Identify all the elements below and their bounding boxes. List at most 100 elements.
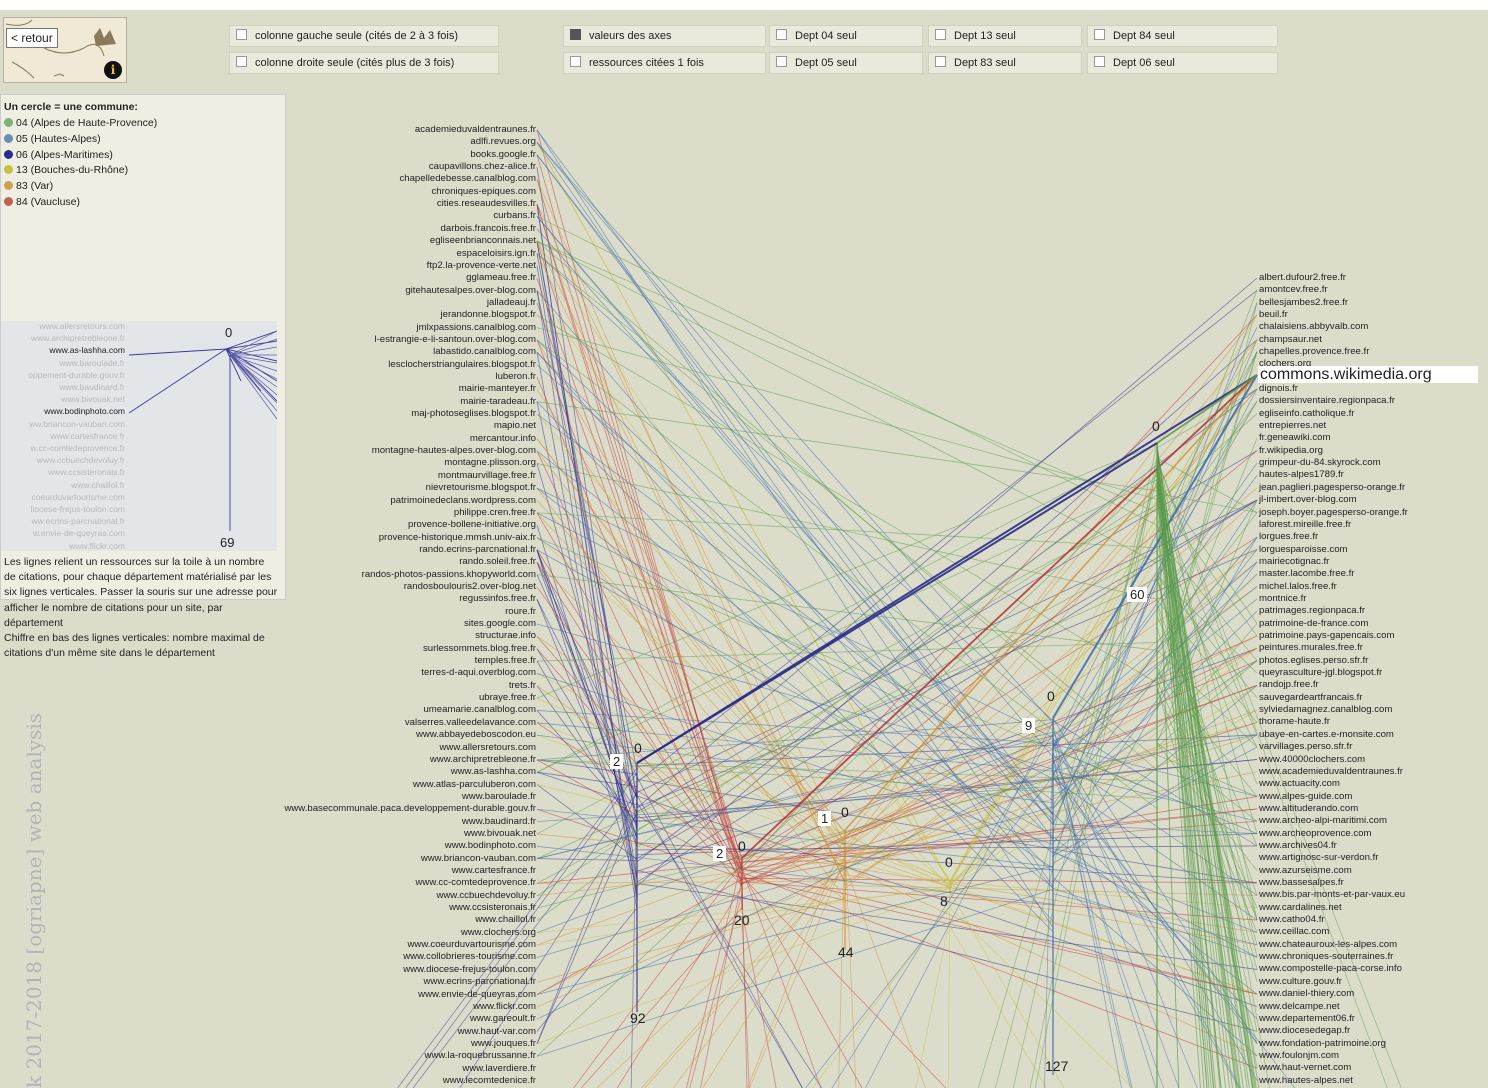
left-site-label[interactable]: jmlxpassions.canalblog.com bbox=[417, 322, 536, 333]
left-site-label[interactable]: roure.fr bbox=[505, 606, 536, 617]
left-site-label[interactable]: ubraye.free.fr bbox=[479, 692, 536, 703]
right-site-label[interactable]: www.altituderando.com bbox=[1259, 803, 1358, 814]
left-site-label[interactable]: www.ecrins-parcnational.fr bbox=[423, 976, 536, 987]
left-site-label[interactable]: www.lecomtedenice.fr bbox=[443, 1075, 536, 1086]
right-site-label[interactable]: jl-imbert.over-blog.com bbox=[1259, 494, 1357, 505]
right-site-label[interactable]: www.daniel-thiery.com bbox=[1259, 988, 1354, 999]
left-site-label[interactable]: umeamarie.canalblog.com bbox=[423, 704, 536, 715]
left-site-label[interactable]: mairie-taradeau.fr bbox=[460, 396, 536, 407]
right-site-label[interactable]: lorguesparoisse.com bbox=[1259, 544, 1348, 555]
left-site-label[interactable]: l-estrangie-e-li-santoun.over-blog.com bbox=[374, 334, 536, 345]
right-site-label[interactable]: queyrasculture-jgl.blogspot.fr bbox=[1259, 667, 1382, 678]
right-site-label[interactable]: www.archeo-alpi-maritimi.com bbox=[1259, 815, 1387, 826]
left-site-label[interactable]: montagne.plisson.org bbox=[444, 457, 536, 468]
left-site-label[interactable]: structurae.info bbox=[475, 630, 536, 641]
right-site-label[interactable]: www.departement06.fr bbox=[1259, 1013, 1355, 1024]
right-site-label[interactable]: www.haut-vernet.com bbox=[1259, 1062, 1351, 1073]
left-site-label[interactable]: mapio.net bbox=[494, 420, 536, 431]
left-site-label[interactable]: labastido.canalblog.com bbox=[433, 346, 536, 357]
left-site-label[interactable]: www.as-lashha.com bbox=[451, 766, 536, 777]
right-site-label[interactable]: lorgues.free.fr bbox=[1259, 531, 1318, 542]
left-site-label[interactable]: www.flickr.com bbox=[473, 1001, 536, 1012]
left-site-label[interactable]: lesclocherstriangulaires.blogspot.fr bbox=[388, 359, 536, 370]
left-site-label[interactable]: randosboulouris2.over-blog.net bbox=[404, 581, 536, 592]
right-site-label[interactable]: patrimoine-de-france.com bbox=[1259, 618, 1368, 629]
left-site-label[interactable]: rando.ecrins-parcnational.fr bbox=[419, 544, 536, 555]
right-site-label[interactable]: beuil.fr bbox=[1259, 309, 1288, 320]
left-site-label[interactable]: www.coeurduvartourisme.com bbox=[408, 939, 537, 950]
left-site-label[interactable]: www.collobrieres-tourisme.com bbox=[403, 951, 536, 962]
left-site-label[interactable]: www.atlas-parculuberon.com bbox=[413, 779, 536, 790]
right-site-label[interactable]: photos.eglises.perso.sfr.fr bbox=[1259, 655, 1368, 666]
right-site-label[interactable]: www.fondation-patrimoine.org bbox=[1259, 1038, 1386, 1049]
left-site-label[interactable]: provence-historique.mmsh.univ-aix.fr bbox=[379, 532, 536, 543]
left-site-label[interactable]: rando.soleil.free.fr bbox=[459, 556, 536, 567]
right-site-label[interactable]: patrimoine.pays-gapencais.com bbox=[1259, 630, 1394, 641]
left-site-label[interactable]: www.bivouak.net bbox=[464, 828, 536, 839]
left-site-label[interactable]: nievretourisme.blogspot.fr bbox=[426, 482, 536, 493]
right-site-label[interactable]: entrepierres.net bbox=[1259, 420, 1326, 431]
right-site-label[interactable]: hautes-alpes1789.fr bbox=[1259, 469, 1344, 480]
left-site-label[interactable]: www.ccbuechdevoluy.fr bbox=[436, 890, 536, 901]
left-site-label[interactable]: books.google.fr bbox=[470, 149, 536, 160]
left-site-label[interactable]: www.envie-de-queyras.com bbox=[418, 989, 536, 1000]
right-site-label[interactable]: thorame-haute.fr bbox=[1259, 716, 1330, 727]
left-site-label[interactable]: darbois.francois.free.fr bbox=[441, 223, 536, 234]
left-site-label[interactable]: www.bodinphoto.com bbox=[445, 840, 536, 851]
left-site-label[interactable]: adlfi.revues.org bbox=[470, 136, 536, 147]
left-site-label[interactable]: espaceloisirs.ign.fr bbox=[457, 248, 536, 259]
left-site-label[interactable]: www.abbayedeboscodon.eu bbox=[416, 729, 536, 740]
left-site-label[interactable]: www.jouques.fr bbox=[471, 1038, 536, 1049]
left-site-label[interactable]: egliseenbrianconnais.net bbox=[430, 235, 536, 246]
left-site-label[interactable]: montmaurvillage.free.fr bbox=[438, 470, 536, 481]
right-site-label[interactable]: www.ceillac.com bbox=[1259, 926, 1329, 937]
right-site-label[interactable]: michel.lalos.free.fr bbox=[1259, 581, 1337, 592]
right-site-label[interactable]: www.compostelle-paca-corse.info bbox=[1259, 963, 1402, 974]
left-site-label[interactable]: cities.reseaudesvilles.fr bbox=[437, 198, 536, 209]
right-site-label[interactable]: www.delcampe.net bbox=[1259, 1001, 1340, 1012]
left-site-label[interactable]: gglameau.free.fr bbox=[466, 272, 536, 283]
right-site-label[interactable]: www.artignosc-sur-verdon.fr bbox=[1259, 852, 1378, 863]
left-site-label[interactable]: academieduvaldentraunes.fr bbox=[415, 124, 536, 135]
right-site-label[interactable]: varvillages.perso.sfr.fr bbox=[1259, 741, 1352, 752]
right-site-label[interactable]: www.diocesedegap.fr bbox=[1259, 1025, 1350, 1036]
left-site-label[interactable]: maj-photoseglises.blogspot.fr bbox=[411, 408, 536, 419]
right-site-label[interactable]: www.chateauroux-les-alpes.com bbox=[1259, 939, 1397, 950]
left-site-label[interactable]: www.archipretrebleone.fr bbox=[430, 754, 536, 765]
right-site-label[interactable]: grimpeur-du-84.skyrock.com bbox=[1259, 457, 1381, 468]
right-site-label[interactable]: amontcev.free.fr bbox=[1259, 284, 1328, 295]
right-site-label[interactable]: www.academieduvaldentraunes.fr bbox=[1259, 766, 1403, 777]
left-site-label[interactable]: www.cc-comtedeprovence.fr bbox=[416, 877, 537, 888]
right-site-label[interactable]: chalaisiens.abbyvalb.com bbox=[1259, 321, 1368, 332]
right-site-label[interactable]: montnice.fr bbox=[1259, 593, 1306, 604]
left-site-label[interactable]: www.gareoult.fr bbox=[470, 1013, 536, 1024]
right-site-label[interactable]: fr.wikipedia.org bbox=[1259, 445, 1323, 456]
left-site-label[interactable]: www.diocese-frejus-toulon.com bbox=[403, 964, 536, 975]
left-site-label[interactable]: chroniques-epiques.com bbox=[431, 186, 536, 197]
right-site-label[interactable]: champsaur.net bbox=[1259, 334, 1322, 345]
right-site-label[interactable]: dignois.fr bbox=[1259, 383, 1298, 394]
right-site-label[interactable]: ubaye-en-cartes.e-monsite.com bbox=[1259, 729, 1394, 740]
left-site-label[interactable]: www.baroulade.fr bbox=[462, 791, 536, 802]
right-site-label[interactable]: chapelles.provence.free.fr bbox=[1259, 346, 1369, 357]
left-site-label[interactable]: philippe.cren.free.fr bbox=[454, 507, 536, 518]
left-site-label[interactable]: ftp2.la-provence-verte.net bbox=[427, 260, 536, 271]
right-site-label[interactable]: www.bassesalpes.fr bbox=[1259, 877, 1344, 888]
left-site-label[interactable]: valserres.valleedelavance.com bbox=[405, 717, 536, 728]
left-site-label[interactable]: mercantour.info bbox=[470, 433, 536, 444]
right-site-label[interactable]: www.actuacity.com bbox=[1259, 778, 1340, 789]
right-site-label[interactable]: fr.geneawiki.com bbox=[1259, 432, 1330, 443]
left-site-label[interactable]: randos-photos-passions.khopyworld.com bbox=[362, 569, 536, 580]
left-site-label[interactable]: mairie-manteyer.fr bbox=[459, 383, 536, 394]
right-site-label[interactable]: www.catho04.fr bbox=[1259, 914, 1325, 925]
left-site-label[interactable]: gitehautesalpes.over-blog.com bbox=[405, 285, 536, 296]
right-site-label[interactable]: albert.dufour2.free.fr bbox=[1259, 272, 1346, 283]
right-site-label[interactable]: jean.paglieri.pagesperso-orange.fr bbox=[1259, 482, 1405, 493]
left-site-label[interactable]: www.haut-var.com bbox=[458, 1026, 536, 1037]
left-site-label[interactable]: curbans.fr bbox=[493, 210, 536, 221]
right-site-label[interactable]: www.alpes-guide.com bbox=[1259, 791, 1352, 802]
left-site-label[interactable]: www.la-roquebrussanne.fr bbox=[425, 1050, 536, 1061]
left-site-label[interactable]: www.cartesfrance.fr bbox=[452, 865, 536, 876]
left-site-label[interactable]: patrimoinedeclans.wordpress.com bbox=[390, 495, 536, 506]
right-site-label[interactable]: sylviedamagnez.canalblog.com bbox=[1259, 704, 1392, 715]
